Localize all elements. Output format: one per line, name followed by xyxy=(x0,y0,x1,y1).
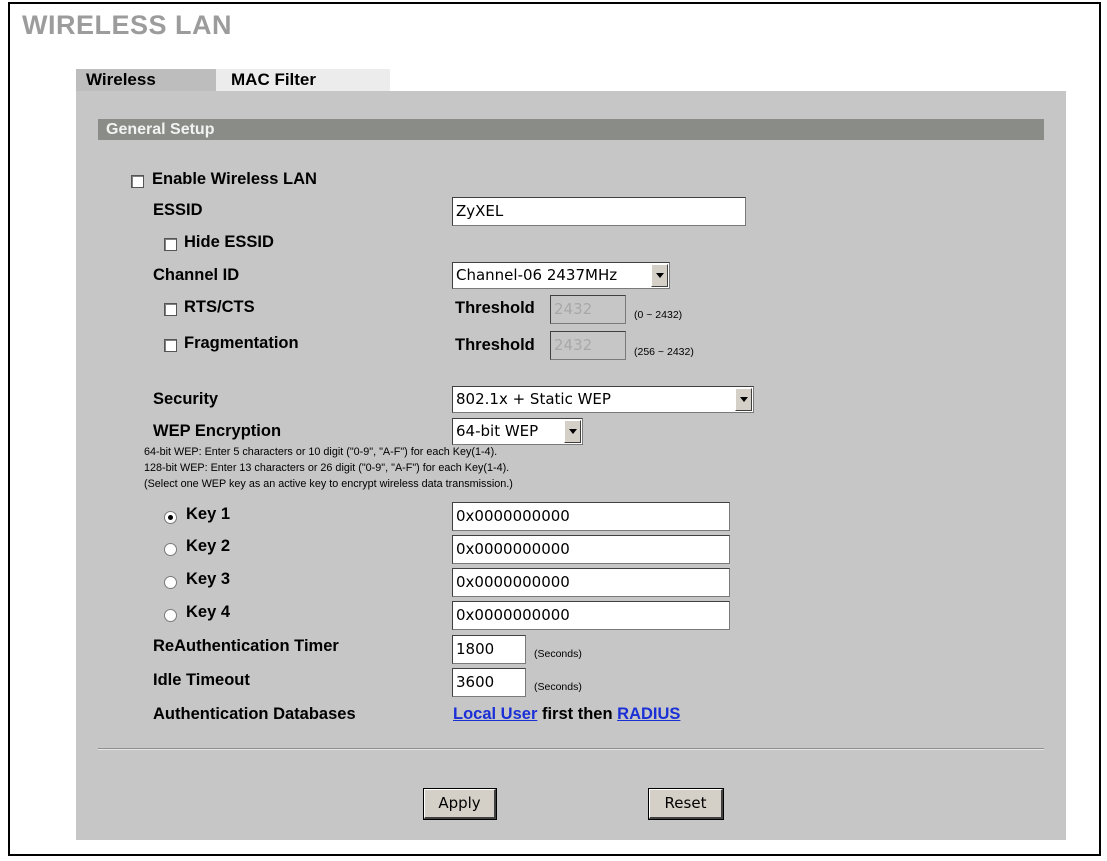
key-4-label: Key 4 xyxy=(186,603,231,621)
rts-cts-checkbox[interactable] xyxy=(164,303,177,316)
key-1-label: Key 1 xyxy=(186,505,231,523)
channel-id-select[interactable]: Channel-06 2437MHz xyxy=(452,262,670,289)
security-select[interactable]: 802.1x + Static WEP xyxy=(452,386,754,413)
essid-label: ESSID xyxy=(153,201,203,219)
enable-wireless-lan-label: Enable Wireless LAN xyxy=(152,170,317,188)
local-user-link[interactable]: Local User xyxy=(453,705,537,723)
key-1-input[interactable]: 0x0000000000 xyxy=(452,502,730,531)
auth-databases-value: Local User first then RADIUS xyxy=(453,705,680,724)
security-value: 802.1x + Static WEP xyxy=(456,390,611,408)
key-3-input[interactable]: 0x0000000000 xyxy=(452,568,730,597)
fragmentation-checkbox[interactable] xyxy=(164,339,177,352)
channel-id-label: Channel ID xyxy=(153,266,240,284)
fragmentation-label: Fragmentation xyxy=(184,334,299,352)
essid-input[interactable]: ZyXEL xyxy=(452,197,746,226)
wep-note-64: 64-bit WEP: Enter 5 characters or 10 dig… xyxy=(144,446,498,458)
rts-threshold-range: (0 ~ 2432) xyxy=(634,309,683,321)
key-4-radio[interactable] xyxy=(164,609,177,622)
reset-button[interactable]: Reset xyxy=(648,788,724,820)
divider xyxy=(98,748,1044,750)
auth-databases-label: Authentication Databases xyxy=(153,705,356,723)
chevron-down-icon xyxy=(735,388,752,411)
radius-link[interactable]: RADIUS xyxy=(617,705,680,723)
key-2-input[interactable]: 0x0000000000 xyxy=(452,535,730,564)
chevron-down-icon xyxy=(564,420,581,443)
wep-encryption-select[interactable]: 64-bit WEP xyxy=(452,418,583,445)
key-3-label: Key 3 xyxy=(186,570,231,588)
key-4-input[interactable]: 0x0000000000 xyxy=(452,601,730,630)
wep-note-select: (Select one WEP key as an active key to … xyxy=(144,478,513,490)
idle-timeout-label: Idle Timeout xyxy=(153,671,250,689)
idle-timeout-unit: (Seconds) xyxy=(534,681,582,693)
settings-panel: General Setup Enable Wireless LAN ESSID … xyxy=(76,91,1066,840)
reauth-timer-input[interactable]: 1800 xyxy=(452,635,526,664)
apply-button[interactable]: Apply xyxy=(423,788,497,820)
reauth-timer-unit: (Seconds) xyxy=(534,648,582,660)
key-2-label: Key 2 xyxy=(186,537,231,555)
section-header-general-setup: General Setup xyxy=(98,119,1044,140)
wep-note-128: 128-bit WEP: Enter 13 characters or 26 d… xyxy=(144,462,510,474)
security-label: Security xyxy=(153,390,219,408)
auth-databases-middle: first then xyxy=(541,705,613,723)
rts-threshold-label: Threshold xyxy=(455,299,535,317)
fragmentation-threshold-range: (256 ~ 2432) xyxy=(634,346,694,358)
tab-wireless[interactable]: Wireless xyxy=(76,69,216,91)
rts-cts-label: RTS/CTS xyxy=(184,298,255,316)
fragmentation-threshold-label: Threshold xyxy=(455,336,535,354)
idle-timeout-input[interactable]: 3600 xyxy=(452,668,526,697)
hide-essid-checkbox[interactable] xyxy=(164,238,177,251)
key-3-radio[interactable] xyxy=(164,576,177,589)
enable-wireless-lan-checkbox[interactable] xyxy=(131,175,144,188)
tab-mac-filter[interactable]: MAC Filter xyxy=(216,69,390,91)
wep-encryption-value: 64-bit WEP xyxy=(456,422,539,440)
rts-threshold-input[interactable]: 2432 xyxy=(550,295,626,324)
fragmentation-threshold-input[interactable]: 2432 xyxy=(550,331,626,360)
key-1-radio[interactable] xyxy=(164,511,177,524)
page-title: WIRELESS LAN xyxy=(22,10,233,40)
wep-encryption-label: WEP Encryption xyxy=(153,422,282,440)
channel-id-value: Channel-06 2437MHz xyxy=(456,266,618,284)
chevron-down-icon xyxy=(651,264,668,287)
key-2-radio[interactable] xyxy=(164,543,177,556)
reauth-timer-label: ReAuthentication Timer xyxy=(153,637,339,655)
hide-essid-label: Hide ESSID xyxy=(184,233,274,251)
